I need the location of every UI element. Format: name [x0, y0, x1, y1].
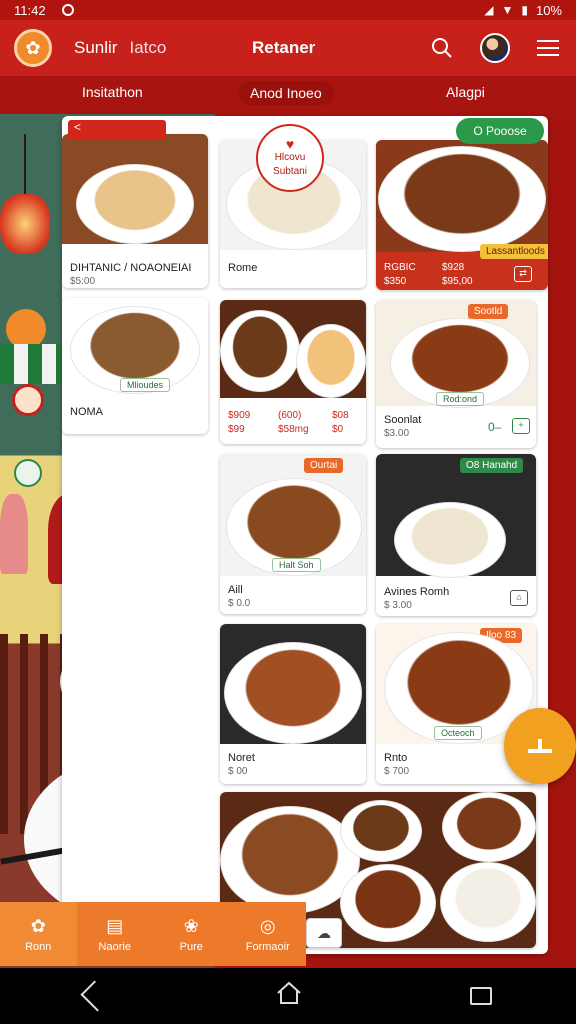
dish-image	[394, 502, 506, 578]
nav-home[interactable]: ✿ Ronn	[0, 902, 77, 966]
featured-badge[interactable]: ♥ Hlcovu Subtani	[256, 124, 324, 192]
lantern-icon	[0, 194, 50, 254]
brand-part-b: Iatco	[129, 38, 167, 57]
avatar[interactable]	[480, 33, 510, 63]
menu-card[interactable]: Noret $ 00	[220, 624, 366, 784]
dish-image	[76, 164, 194, 244]
dish-badge: Halt Soh	[272, 558, 321, 572]
status-bar: 11:42 ◢ ▼ ▮ 10%	[0, 0, 576, 20]
system-nav-bar	[0, 968, 576, 1024]
menu-card[interactable]: Mlioudes NOMA	[62, 298, 208, 434]
dish-image	[224, 642, 362, 744]
dish-name: NOMA	[70, 406, 103, 418]
menu-card[interactable]: O8 Hanahd Avines Romh $ 3.00 ⌂	[376, 454, 536, 616]
dish-price: $5:00	[70, 276, 96, 287]
flower-icon: ❀	[183, 915, 199, 936]
tab-alagpi[interactable]: Alagpi	[446, 84, 485, 100]
menu-card[interactable]: Lassantloods RGBIC $928 $350 $95,00 ⇄	[376, 140, 548, 290]
logo-icon[interactable]: ✿	[14, 29, 52, 67]
add-icon[interactable]: +	[512, 418, 530, 434]
dish-price: $ 00	[228, 766, 248, 777]
dish-badge: Mlioudes	[120, 378, 171, 392]
bottom-nav: ✿ Ronn ▤ Naorie ❀ Pure ◎ Formaoir	[0, 902, 306, 966]
menu-card[interactable]: $909 (600) $08 $99 $58mg $0	[220, 300, 366, 444]
menu-card[interactable]: Sootld Rod:ond Soonlat $3.00 0– +	[376, 300, 536, 448]
chat-icon[interactable]: ⌂	[510, 590, 528, 606]
dish-price: $ 0.0	[228, 598, 251, 609]
flag-icon	[14, 459, 42, 487]
dish-name: Rome	[228, 262, 258, 274]
cart-icon[interactable]: ⇄	[514, 266, 532, 282]
dish-price: $ 700	[384, 766, 410, 777]
status-time: 11:42	[14, 2, 46, 18]
dish-price: $ 3.00	[384, 600, 412, 611]
app-header: ✿ Sunlir Iatco Retaner	[0, 20, 576, 76]
nav-menu[interactable]: ▤ Naorie	[77, 902, 154, 966]
dish-image	[220, 806, 360, 914]
chat-bubble-icon[interactable]: ☁	[306, 918, 342, 948]
dish-name: Aill	[228, 584, 243, 596]
heart-icon: ♥	[285, 136, 295, 152]
back-icon[interactable]	[80, 980, 112, 1012]
menu-card[interactable]: Ourtai Halt Soh Aill $ 0.0	[220, 454, 366, 614]
dish-name: Rnto	[384, 752, 408, 764]
dish-image	[378, 146, 546, 252]
dish-tag: Sootld	[468, 304, 509, 319]
promo-button[interactable]: O Pooose	[456, 118, 544, 144]
signal-icon: ◢	[484, 3, 494, 17]
home-button-icon[interactable]	[275, 981, 303, 1011]
nav-pure[interactable]: ❀ Pure	[153, 902, 230, 966]
floating-action-button[interactable]	[504, 708, 576, 784]
dish-image	[220, 310, 300, 392]
tab-insitathon[interactable]: Insitathon	[82, 84, 143, 100]
dish-badge: Octeoch	[434, 726, 482, 740]
nav-formaoir[interactable]: ◎ Formaoir	[230, 902, 307, 966]
brand-name: Sunlir Iatco	[74, 38, 166, 58]
dish-price: $3.00	[384, 428, 410, 439]
dish-tag: Lassantloods	[480, 244, 548, 259]
dining-sign-icon	[12, 384, 44, 416]
wall-sign	[6, 309, 46, 349]
globe-icon: ◎	[259, 915, 276, 936]
brand-part-a: Sunlir	[74, 38, 118, 57]
menu-panel: DIHTANIC / NOAONEIAI $5:00 Rome Lassantl…	[62, 116, 548, 954]
hamburger-menu-icon[interactable]	[534, 34, 562, 62]
dish-badge: Rod:ond	[436, 392, 485, 406]
dish-name: Noret	[228, 752, 255, 764]
subtab-bar: Insitathon Anod Inoeo Alagpi	[0, 76, 576, 114]
tab-anod-inoeo[interactable]: Anod Inoeo	[238, 81, 334, 105]
wifi-icon: ▼	[501, 3, 514, 17]
menu-icon: ▤	[106, 915, 124, 936]
dish-name: Avines Romh	[384, 586, 450, 598]
battery-icon: ▮	[521, 3, 528, 17]
home-icon: ✿	[30, 915, 46, 936]
page-title: Retaner	[252, 38, 316, 57]
search-icon[interactable]	[428, 34, 456, 62]
dish-tag: O8 Hanahd	[460, 458, 524, 473]
battery-level: 10%	[535, 2, 562, 18]
back-tag[interactable]: <	[68, 120, 166, 140]
dish-tag: Ourtai	[304, 458, 344, 473]
notification-icon	[61, 4, 74, 16]
dish-name: DIHTANIC / NOAONEIAI	[70, 262, 192, 274]
recent-apps-icon[interactable]	[470, 987, 493, 1005]
menu-card[interactable]: DIHTANIC / NOAONEIAI $5:00	[62, 134, 208, 288]
dish-name: Soonlat	[384, 414, 422, 426]
